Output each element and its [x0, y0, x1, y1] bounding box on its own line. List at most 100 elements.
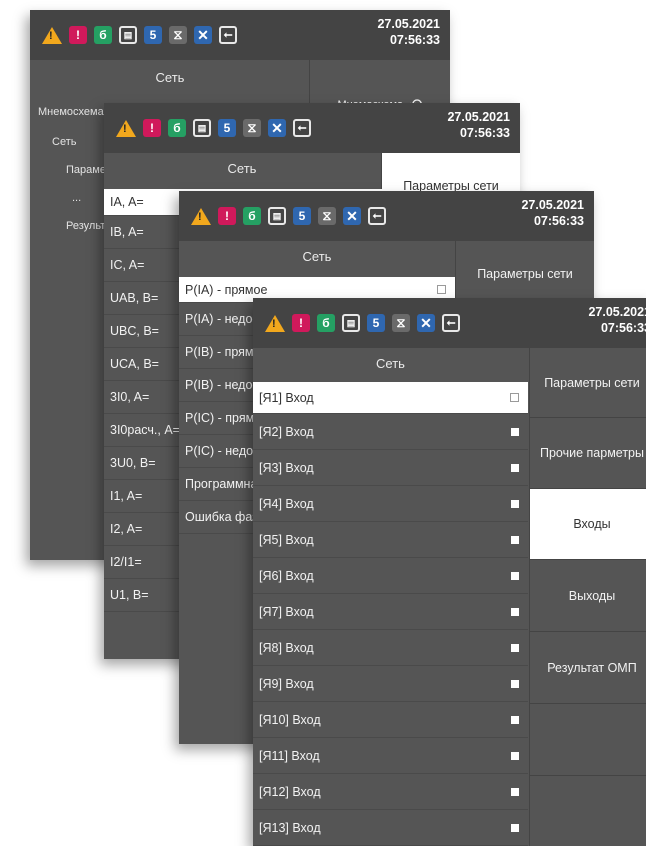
document-icon[interactable]: ▤ — [342, 314, 360, 332]
input-state-indicator — [511, 571, 519, 580]
input-label: [Я6] Вход — [259, 568, 314, 583]
tools-icon[interactable]: ✕ — [194, 26, 212, 44]
alarm-icon[interactable]: ! — [292, 314, 310, 332]
time-text: 07:56:33 — [459, 126, 510, 140]
section-title: Сеть — [302, 249, 332, 264]
lock-icon[interactable]: б — [94, 26, 112, 44]
lock-icon[interactable]: б — [317, 314, 335, 332]
document-icon[interactable]: ▤ — [268, 207, 286, 225]
warning-icon[interactable]: ! — [116, 119, 136, 137]
alarm-icon[interactable]: ! — [218, 207, 236, 225]
usb-icon[interactable]: ⭠ — [368, 207, 386, 225]
fan-icon[interactable]: ⧖ — [392, 314, 410, 332]
input-item[interactable]: [Я11] Вход — [253, 738, 528, 774]
input-label: [Я10] Вход — [259, 712, 321, 727]
input-item[interactable]: [Я3] Вход — [253, 450, 528, 486]
fan-icon[interactable]: ⧖ — [243, 119, 261, 137]
clock: 27.05.2021 07:56:33 — [447, 109, 510, 141]
group-number-icon[interactable]: 5 — [218, 119, 236, 137]
input-item[interactable]: [Я7] Вход — [253, 594, 528, 630]
section-title: Сеть — [155, 70, 185, 85]
input-item[interactable]: [Я4] Вход — [253, 486, 528, 522]
alarm-icon[interactable]: ! — [69, 26, 87, 44]
right-menu: Параметры сети Прочие парметры Входы Вых… — [529, 348, 646, 846]
list-item-label: P(IA) - прямое — [185, 282, 268, 297]
fan-icon[interactable]: ⧖ — [318, 207, 336, 225]
menu-other-params[interactable]: Прочие парметры — [530, 418, 646, 489]
input-label: [Я3] Вход — [259, 460, 314, 475]
menu-empty-2[interactable] — [530, 776, 646, 846]
tools-icon[interactable]: ✕ — [268, 119, 286, 137]
group-number-icon[interactable]: 5 — [367, 314, 385, 332]
input-state-indicator — [511, 463, 519, 472]
input-state-indicator — [511, 823, 519, 832]
group-number-icon[interactable]: 5 — [144, 26, 162, 44]
menu-omp-result[interactable]: Результат ОМП — [530, 632, 646, 704]
input-label: [Я1] Вход — [259, 390, 314, 405]
input-label: [Я12] Вход — [259, 784, 321, 799]
status-bar: ! ! б ▤ 5 ⧖ ✕ ⭠ 27.05.2021 07:56:33 — [104, 103, 520, 153]
alarm-icon[interactable]: ! — [143, 119, 161, 137]
input-item[interactable]: [Я5] Вход — [253, 522, 528, 558]
fan-icon[interactable]: ⧖ — [169, 26, 187, 44]
input-item[interactable]: [Я6] Вход — [253, 558, 528, 594]
status-icons: ! ! б ▤ 5 ⧖ ✕ ⭠ — [30, 26, 237, 44]
menu-network-params[interactable]: Параметры сети — [530, 348, 646, 418]
tools-icon[interactable]: ✕ — [343, 207, 361, 225]
status-bar: ! ! б ▤ 5 ⧖ ✕ ⭠ 27.05.2021 07:56:33 — [30, 10, 450, 60]
section-title: Сеть — [227, 161, 257, 176]
usb-icon[interactable]: ⭠ — [442, 314, 460, 332]
menu-empty-1[interactable] — [530, 704, 646, 776]
input-label: [Я11] Вход — [259, 748, 320, 763]
menu-outputs[interactable]: Выходы — [530, 560, 646, 632]
input-label: [Я9] Вход — [259, 676, 314, 691]
input-state-indicator — [511, 715, 519, 724]
input-state-indicator — [511, 787, 519, 796]
warning-icon[interactable]: ! — [265, 314, 285, 332]
time-text: 07:56:33 — [600, 321, 646, 335]
input-state-indicator — [510, 393, 519, 402]
input-item[interactable]: [Я1] Вход — [253, 382, 528, 414]
input-item[interactable]: [Я2] Вход — [253, 414, 528, 450]
date-text: 27.05.2021 — [588, 305, 646, 319]
document-icon[interactable]: ▤ — [119, 26, 137, 44]
input-item[interactable]: [Я10] Вход — [253, 702, 528, 738]
usb-icon[interactable]: ⭠ — [219, 26, 237, 44]
clock: 27.05.2021 07:56:33 — [521, 197, 584, 229]
lock-icon[interactable]: б — [168, 119, 186, 137]
date-text: 27.05.2021 — [447, 110, 510, 124]
status-icons: ! ! б ▤ 5 ⧖ ✕ ⭠ — [179, 207, 386, 225]
screen-4: ! ! б ▤ 5 ⧖ ✕ ⭠ 27.05.2021 07:56:33 Сеть… — [253, 298, 646, 846]
input-label: [Я2] Вход — [259, 424, 314, 439]
input-label: [Я8] Вход — [259, 640, 314, 655]
status-bar: ! ! б ▤ 5 ⧖ ✕ ⭠ 27.05.2021 07:56:33 — [253, 298, 646, 348]
input-label: [Я5] Вход — [259, 532, 314, 547]
lock-icon[interactable]: б — [243, 207, 261, 225]
input-state-indicator — [511, 427, 519, 436]
input-label: [Я13] Вход — [259, 820, 321, 835]
time-text: 07:56:33 — [533, 214, 584, 228]
input-item[interactable]: [Я9] Вход — [253, 666, 528, 702]
input-state-indicator — [511, 679, 519, 688]
warning-icon[interactable]: ! — [42, 26, 62, 44]
input-state-indicator — [511, 535, 519, 544]
menu-inputs[interactable]: Входы — [530, 489, 646, 560]
status-icons: ! ! б ▤ 5 ⧖ ✕ ⭠ — [104, 119, 311, 137]
input-state-indicator — [511, 607, 519, 616]
input-item[interactable]: [Я8] Вход — [253, 630, 528, 666]
usb-icon[interactable]: ⭠ — [293, 119, 311, 137]
warning-icon[interactable]: ! — [191, 207, 211, 225]
state-indicator — [437, 285, 446, 294]
inputs-list: [Я1] Вход [Я2] Вход [Я3] Вход [Я4] Вход … — [253, 382, 528, 846]
input-item[interactable]: [Я13] Вход — [253, 810, 528, 846]
input-item[interactable]: [Я12] Вход — [253, 774, 528, 810]
input-label: [Я7] Вход — [259, 604, 314, 619]
status-icons: ! ! б ▤ 5 ⧖ ✕ ⭠ — [253, 314, 460, 332]
group-number-icon[interactable]: 5 — [293, 207, 311, 225]
document-icon[interactable]: ▤ — [193, 119, 211, 137]
section-title: Сеть — [376, 356, 405, 371]
date-text: 27.05.2021 — [521, 198, 584, 212]
input-state-indicator — [511, 643, 519, 652]
tools-icon[interactable]: ✕ — [417, 314, 435, 332]
time-text: 07:56:33 — [389, 33, 440, 47]
